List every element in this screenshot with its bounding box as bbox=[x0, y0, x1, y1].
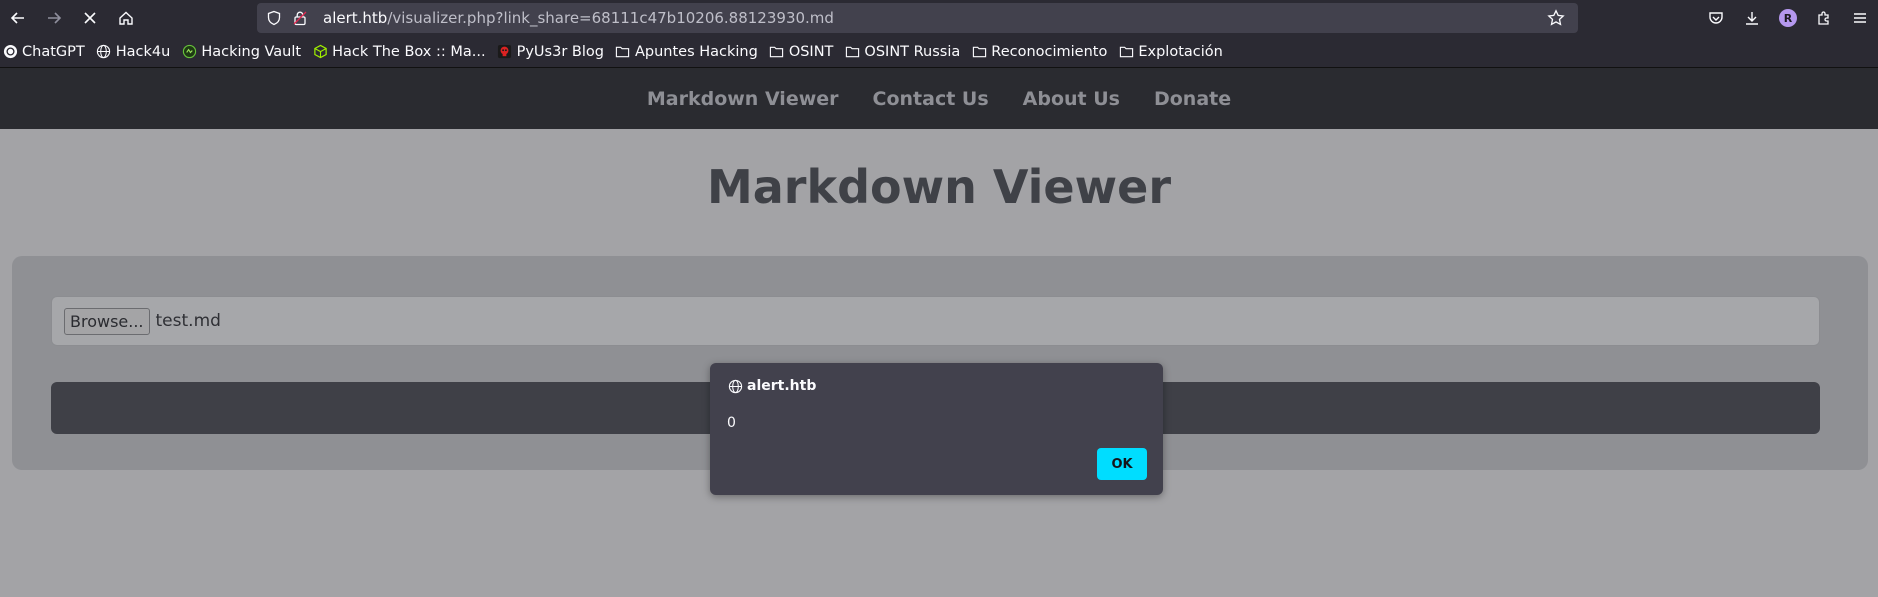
bookmark-folder-osint-russia[interactable]: OSINT Russia bbox=[844, 44, 960, 60]
bookmark-label: Hacking Vault bbox=[201, 43, 302, 60]
pocket-icon[interactable] bbox=[1698, 0, 1734, 36]
folder-icon bbox=[1118, 44, 1134, 60]
url-bar[interactable]: alert.htb/visualizer.php?link_share=6811… bbox=[257, 3, 1578, 33]
bookmark-chatgpt[interactable]: ChatGPT bbox=[2, 44, 85, 60]
chatgpt-icon bbox=[2, 44, 18, 60]
bookmark-hacking-vault[interactable]: Hacking Vault bbox=[181, 44, 301, 60]
bookmark-star-icon[interactable] bbox=[1546, 8, 1566, 28]
file-input[interactable]: Browse... test.md bbox=[51, 296, 1820, 346]
back-button[interactable] bbox=[0, 0, 36, 36]
nav-link-markdown-viewer[interactable]: Markdown Viewer bbox=[647, 88, 839, 110]
forward-button[interactable] bbox=[36, 0, 72, 36]
account-button[interactable]: R bbox=[1770, 0, 1806, 36]
lock-icon[interactable] bbox=[291, 9, 309, 27]
bookmark-label: OSINT bbox=[788, 43, 834, 60]
page-title: Markdown Viewer bbox=[706, 160, 1172, 214]
dialog-header: alert.htb bbox=[727, 378, 816, 394]
bookmark-folder-explotacion[interactable]: Explotación bbox=[1118, 43, 1223, 60]
globe-icon bbox=[727, 378, 743, 394]
bookmark-label: ChatGPT bbox=[22, 43, 85, 60]
bookmarks-toolbar: ChatGPT Hack4u Hacking Vault Hack The Bo… bbox=[0, 36, 1878, 68]
bookmark-hack4u[interactable]: Hack4u bbox=[96, 43, 171, 60]
url-text[interactable]: alert.htb/visualizer.php?link_share=6811… bbox=[323, 9, 834, 27]
stop-button[interactable] bbox=[72, 0, 108, 36]
bookmark-label: Explotación bbox=[1138, 43, 1223, 60]
menu-icon[interactable] bbox=[1842, 0, 1878, 36]
bookmark-label: Reconocimiento bbox=[991, 43, 1108, 60]
vault-icon bbox=[181, 44, 197, 60]
dialog-message: 0 bbox=[727, 415, 736, 431]
back-arrow-icon bbox=[10, 12, 24, 24]
dialog-origin: alert.htb bbox=[747, 378, 817, 394]
url-host: alert.htb bbox=[323, 9, 388, 27]
alert-dialog: alert.htb 0 OK bbox=[710, 363, 1163, 495]
url-path: /visualizer.php?link_share=68111c47b1020… bbox=[387, 9, 834, 27]
folder-icon bbox=[844, 44, 860, 60]
folder-icon bbox=[615, 44, 631, 60]
skull-icon bbox=[497, 44, 513, 60]
bookmark-label: OSINT Russia bbox=[864, 43, 961, 60]
forward-arrow-icon bbox=[48, 12, 62, 24]
extensions-icon[interactable] bbox=[1806, 0, 1842, 36]
folder-icon bbox=[769, 44, 785, 60]
bookmark-label: Apuntes Hacking bbox=[634, 43, 758, 60]
bookmark-hack-the-box[interactable]: Hack The Box :: Ma... bbox=[312, 44, 486, 60]
bookmark-folder-reconocimiento[interactable]: Reconocimiento bbox=[971, 44, 1107, 60]
browse-button[interactable]: Browse... bbox=[64, 307, 150, 335]
bookmark-folder-osint[interactable]: OSINT bbox=[769, 43, 834, 60]
home-icon bbox=[119, 11, 133, 25]
bookmark-label: Hack The Box :: Ma... bbox=[332, 43, 486, 60]
bookmark-folder-apuntes-hacking[interactable]: Apuntes Hacking bbox=[615, 44, 758, 60]
selected-file-name: test.md bbox=[155, 311, 221, 331]
ok-button[interactable]: OK bbox=[1097, 448, 1147, 480]
bookmark-pyus3r-blog[interactable]: PyUs3r Blog bbox=[497, 44, 604, 60]
nav-link-donate[interactable]: Donate bbox=[1154, 88, 1231, 110]
bookmark-label: Hack4u bbox=[115, 43, 171, 60]
folder-icon bbox=[971, 44, 987, 60]
browser-toolbar: alert.htb/visualizer.php?link_share=6811… bbox=[0, 0, 1878, 36]
shield-icon[interactable] bbox=[265, 9, 283, 27]
globe-icon bbox=[96, 44, 112, 60]
avatar: R bbox=[1779, 9, 1797, 27]
bookmark-label: PyUs3r Blog bbox=[516, 43, 604, 60]
site-nav: Markdown Viewer Contact Us About Us Dona… bbox=[0, 68, 1878, 129]
nav-link-contact-us[interactable]: Contact Us bbox=[873, 88, 989, 110]
htb-cube-icon bbox=[312, 44, 328, 60]
download-icon[interactable] bbox=[1734, 0, 1770, 36]
close-icon bbox=[84, 12, 96, 24]
nav-link-about-us[interactable]: About Us bbox=[1023, 88, 1120, 110]
toolbar-right-icons: R bbox=[1698, 0, 1878, 36]
home-button[interactable] bbox=[108, 0, 144, 36]
